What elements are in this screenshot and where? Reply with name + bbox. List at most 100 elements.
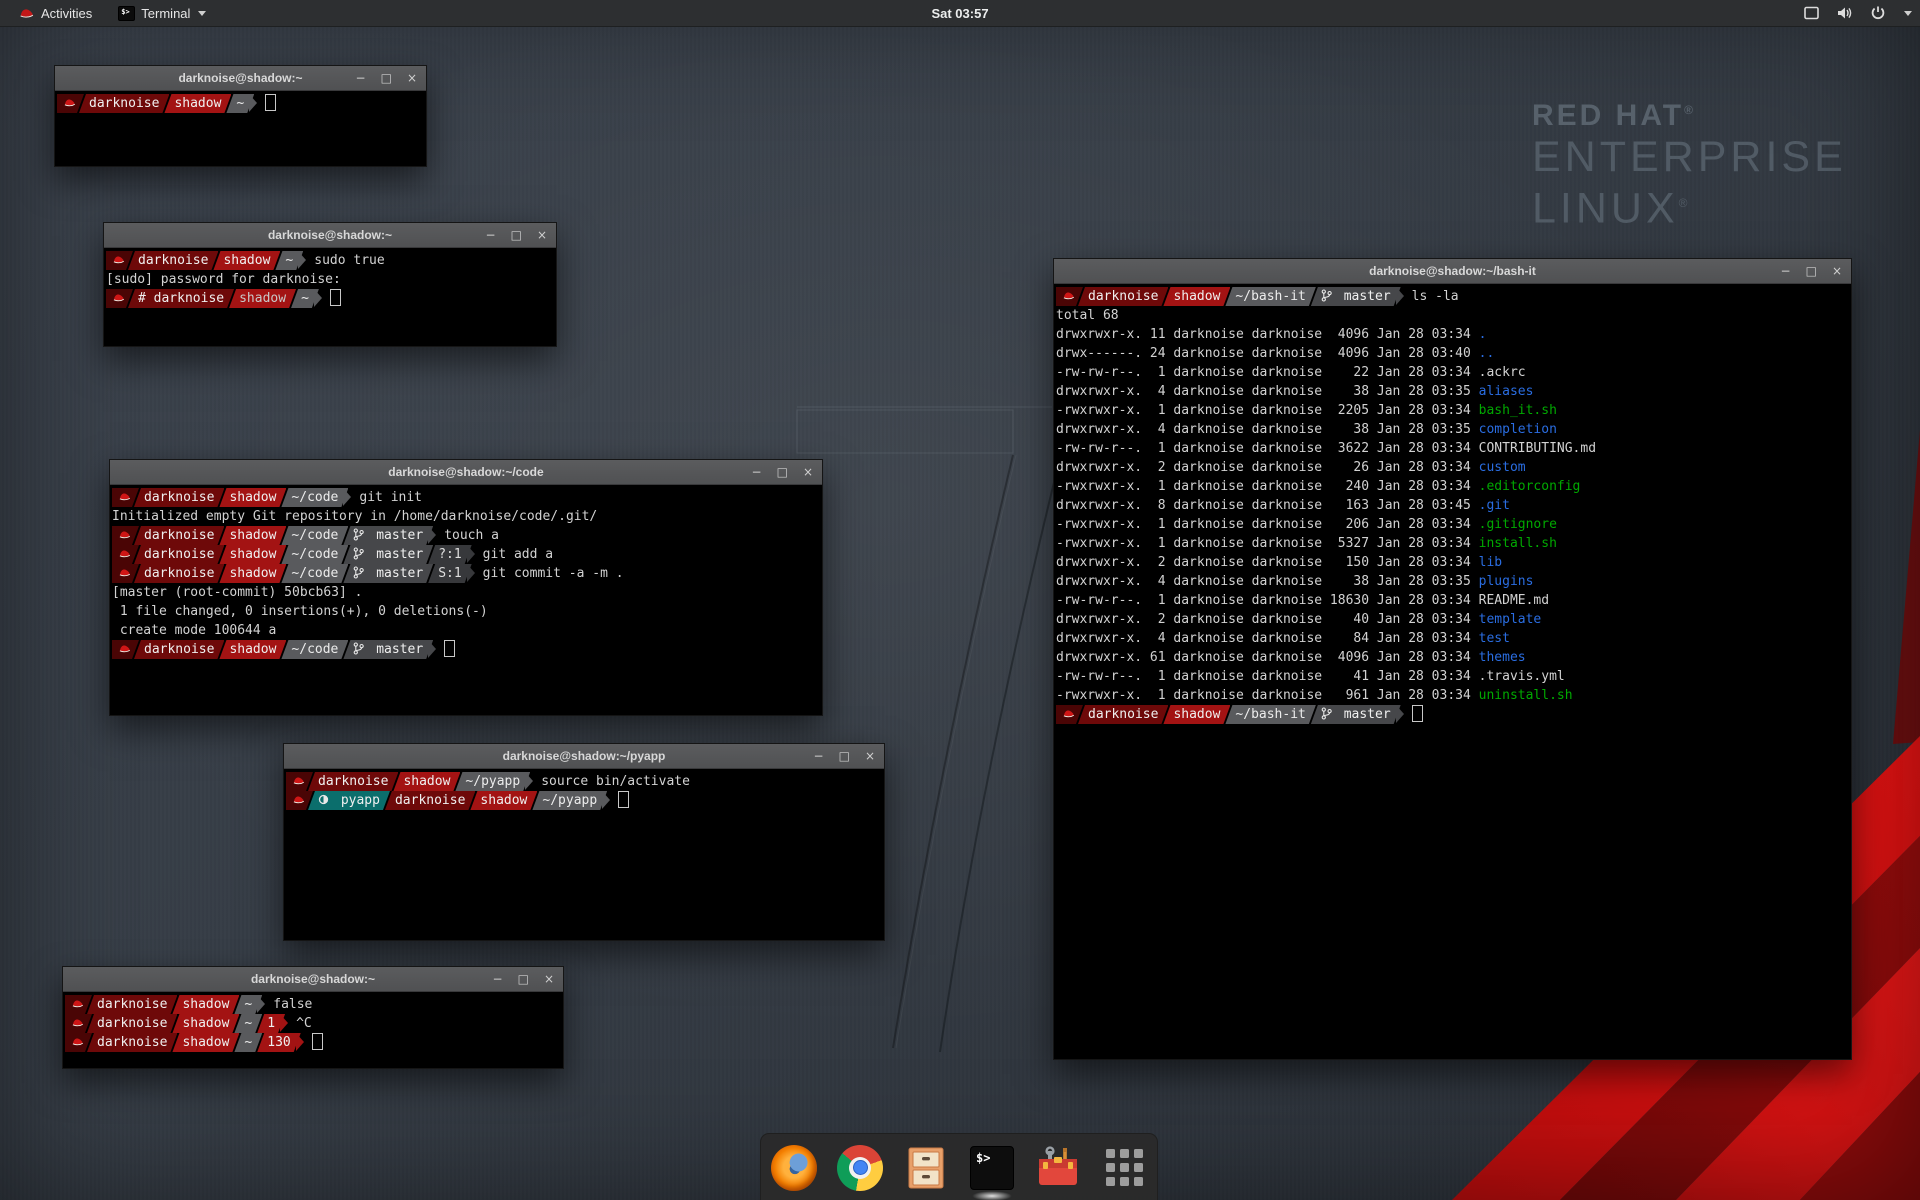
output-line: drwx------. 24 darknoise darknoise 4096 … <box>1056 344 1849 363</box>
output-text: drwxrwxr-x. 8 darknoise darknoise 163 Ja… <box>1056 498 1479 513</box>
window-titlebar[interactable]: darknoise@shadow:~ − □ × <box>55 66 426 91</box>
window-titlebar[interactable]: darknoise@shadow:~/code − □ × <box>110 460 822 485</box>
close-button[interactable]: × <box>537 223 547 247</box>
redhat-prompt-icon <box>1062 705 1075 724</box>
output-text: [master (root-commit) 50bcb63] . <box>112 585 362 600</box>
terminal-content[interactable]: darknoiseshadow~/codegit init Initialized… <box>110 485 822 662</box>
output-text: Initialized empty Git repository in /hom… <box>112 509 597 524</box>
clock[interactable]: Sat 03:57 <box>0 6 1920 21</box>
git-branch-icon <box>353 545 368 564</box>
prompt-line: pyappdarknoiseshadow~/pyapp <box>286 791 882 810</box>
terminal-cursor <box>312 1033 323 1050</box>
minimize-button[interactable]: − <box>752 460 762 484</box>
prompt-segment: ~/pyapp <box>532 791 607 810</box>
minimize-button[interactable]: − <box>1781 259 1791 283</box>
close-button[interactable]: × <box>1832 259 1842 283</box>
redhat-prompt-icon <box>118 640 131 659</box>
maximize-button[interactable]: □ <box>1806 259 1817 283</box>
terminal-content[interactable]: darknoiseshadow~/bash-it masterls -latot… <box>1054 284 1851 727</box>
maximize-button[interactable]: □ <box>511 223 522 247</box>
terminal-window-pyapp[interactable]: darknoise@shadow:~/pyapp − □ × darknoise… <box>283 743 885 941</box>
output-text: drwxrwxr-x. 4 darknoise darknoise 84 Jan… <box>1056 631 1479 646</box>
app-grid-icon <box>1106 1149 1143 1186</box>
window-titlebar[interactable]: darknoise@shadow:~/bash-it − □ × <box>1054 259 1851 284</box>
prompt-segment: ~/code <box>281 640 348 659</box>
prompt-segment: ~/bash-it <box>1225 705 1315 724</box>
dock-item-app-grid[interactable] <box>1100 1144 1148 1192</box>
redhat-prompt-icon <box>63 94 76 113</box>
terminal-window-home-1[interactable]: darknoise@shadow:~ − □ × darknoiseshadow… <box>54 65 427 167</box>
close-button[interactable]: × <box>544 967 554 991</box>
output-text: drwxrwxr-x. 2 darknoise darknoise 26 Jan… <box>1056 460 1479 475</box>
output-line: -rwxrwxr-x. 1 darknoise darknoise 2205 J… <box>1056 401 1849 420</box>
window-title: darknoise@shadow:~/bash-it <box>1054 259 1851 283</box>
output-text: drwxrwxr-x. 4 darknoise darknoise 38 Jan… <box>1056 422 1479 437</box>
command-text: ls -la <box>1412 289 1459 304</box>
terminal-content[interactable]: darknoiseshadow~sudo true[sudo] password… <box>104 248 556 311</box>
dock-item-firefox[interactable] <box>770 1144 818 1192</box>
maximize-button[interactable]: □ <box>839 744 850 768</box>
dock-item-toolbox[interactable] <box>1034 1144 1082 1192</box>
output-text: drwxrwxr-x. 2 darknoise darknoise 40 Jan… <box>1056 612 1479 627</box>
system-menu-chevron-icon[interactable] <box>1904 11 1912 16</box>
window-titlebar[interactable]: darknoise@shadow:~ − □ × <box>63 967 563 992</box>
chrome-icon <box>837 1145 883 1191</box>
output-text: aliases <box>1479 384 1534 399</box>
prompt-line: darknoiseshadow~false <box>65 995 561 1014</box>
minimize-button[interactable]: − <box>486 223 496 247</box>
output-line: drwxrwxr-x. 11 darknoise darknoise 4096 … <box>1056 325 1849 344</box>
activities-button[interactable]: Activities <box>8 0 102 26</box>
dock-item-chrome[interactable] <box>836 1144 884 1192</box>
prompt-segment: master <box>343 526 433 545</box>
terminal-window-home-2[interactable]: darknoise@shadow:~ − □ × darknoiseshadow… <box>62 966 564 1069</box>
prompt-line: darknoiseshadow~/codegit init <box>112 488 820 507</box>
maximize-button[interactable]: □ <box>777 460 788 484</box>
minimize-button[interactable]: − <box>356 66 366 90</box>
terminal-content[interactable]: darknoiseshadow~falsedarknoiseshadow~1^C… <box>63 992 563 1055</box>
terminal-content[interactable]: darknoiseshadow~ <box>55 91 426 116</box>
output-line: drwxrwxr-x. 61 darknoise darknoise 4096 … <box>1056 648 1849 667</box>
output-text: install.sh <box>1479 536 1557 551</box>
prompt-segment: shadow <box>219 526 286 545</box>
maximize-button[interactable]: □ <box>381 66 392 90</box>
volume-icon[interactable] <box>1836 5 1854 21</box>
redhat-prompt-icon <box>118 526 131 545</box>
dock-item-files[interactable] <box>902 1144 950 1192</box>
minimize-button[interactable]: − <box>814 744 824 768</box>
terminal-content[interactable]: darknoiseshadow~/pyappsource bin/activat… <box>284 769 884 813</box>
close-button[interactable]: × <box>865 744 875 768</box>
prompt-line: darknoiseshadow~/bash-it master <box>1056 705 1849 724</box>
command-text: ^C <box>296 1016 312 1031</box>
window-titlebar[interactable]: darknoise@shadow:~/pyapp − □ × <box>284 744 884 769</box>
prompt-line: darknoiseshadow~/code master?:1git add a <box>112 545 820 564</box>
maximize-button[interactable]: □ <box>518 967 529 991</box>
prompt-segment: S:1 <box>428 564 471 583</box>
dock-item-terminal[interactable]: $> <box>968 1144 1016 1192</box>
prompt-line: darknoiseshadow~sudo true <box>106 251 554 270</box>
output-text: -rwxrwxr-x. 1 darknoise darknoise 206 Ja… <box>1056 517 1479 532</box>
terminal-window-bash-it[interactable]: darknoise@shadow:~/bash-it − □ × darknoi… <box>1053 258 1852 1060</box>
terminal-window-sudo[interactable]: darknoise@shadow:~ − □ × darknoiseshadow… <box>103 222 557 347</box>
output-text: drwxrwxr-x. 61 darknoise darknoise 4096 … <box>1056 650 1479 665</box>
terminal-window-code[interactable]: darknoise@shadow:~/code − □ × darknoises… <box>109 459 823 716</box>
output-text: drwxrwxr-x. 4 darknoise darknoise 38 Jan… <box>1056 384 1479 399</box>
app-menu-terminal[interactable]: $> Terminal <box>108 0 216 26</box>
command-text: git add a <box>483 547 553 562</box>
screen-layout-icon[interactable] <box>1803 5 1820 21</box>
prompt-segment: master <box>343 545 433 564</box>
output-text: bash_it.sh <box>1479 403 1557 418</box>
prompt-segment: darknoise <box>79 94 169 113</box>
minimize-button[interactable]: − <box>493 967 503 991</box>
prompt-segment: shadow <box>470 791 537 810</box>
close-button[interactable]: × <box>803 460 813 484</box>
output-text: template <box>1479 612 1542 627</box>
window-titlebar[interactable]: darknoise@shadow:~ − □ × <box>104 223 556 248</box>
redhat-prompt-icon <box>1062 287 1075 306</box>
close-button[interactable]: × <box>407 66 417 90</box>
prompt-segment: ~/code <box>281 545 348 564</box>
output-text: completion <box>1479 422 1557 437</box>
file-manager-icon <box>903 1145 949 1191</box>
output-line: drwxrwxr-x. 4 darknoise darknoise 38 Jan… <box>1056 382 1849 401</box>
output-line: drwxrwxr-x. 2 darknoise darknoise 150 Ja… <box>1056 553 1849 572</box>
power-icon[interactable] <box>1870 5 1886 21</box>
